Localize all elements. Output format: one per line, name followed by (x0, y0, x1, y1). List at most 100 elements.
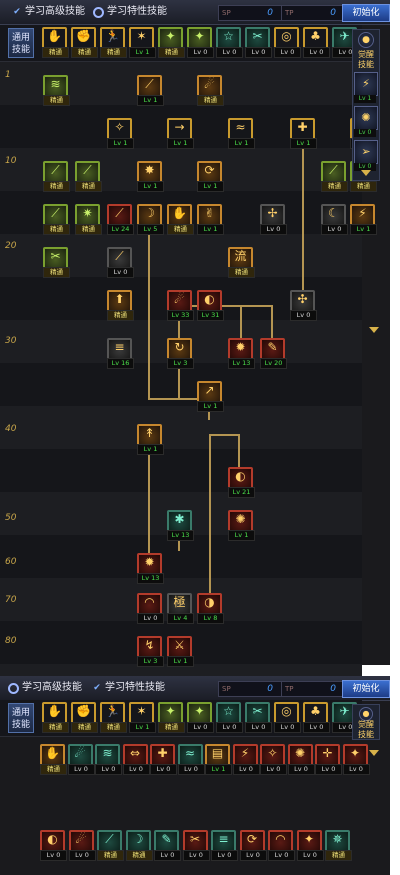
skill-icon[interactable]: ✶ Lv 1 (129, 702, 156, 733)
skill-icon[interactable]: ✂ Lv 0 (182, 830, 210, 861)
awakening-skill-icon[interactable]: ➢ (354, 140, 378, 164)
skill-icon[interactable]: ✣ Lv 0 (290, 290, 317, 321)
skill-icon[interactable]: ⟋ 精通 (43, 161, 70, 192)
skill-icon[interactable]: ≡ Lv 16 (107, 338, 134, 369)
skill-icon[interactable]: ✶ Lv 1 (129, 27, 156, 58)
skill-icon[interactable]: ✦ Lv 0 (187, 702, 214, 733)
skill-icon[interactable]: ◠ Lv 0 (268, 830, 295, 861)
skill-icon[interactable]: ✺ Lv 1 (228, 510, 255, 541)
skill-icon[interactable]: ≈ Lv 0 (177, 744, 205, 775)
skill-icon[interactable]: ⟳ Lv 1 (197, 161, 224, 192)
skill-icon[interactable]: 🏃 精通 (100, 27, 127, 58)
skill-icon[interactable]: ◎ Lv 0 (274, 702, 301, 733)
skill-level-tag: Lv 1 (228, 530, 255, 541)
skill-icon[interactable]: ↗ Lv 1 (197, 381, 224, 412)
skill-icon[interactable]: ✹ Lv 13 (137, 553, 164, 584)
skill-icon[interactable]: ✸ Lv 1 (137, 161, 164, 192)
skill-icon[interactable]: ↯ Lv 3 (137, 636, 164, 667)
skill-icon[interactable]: ✢ Lv 0 (260, 204, 287, 235)
skill-icon[interactable]: 流精通 (228, 247, 255, 278)
skill-icon[interactable]: ↻ Lv 3 (167, 338, 194, 369)
skill-icon[interactable]: ≡ Lv 0 (211, 830, 238, 861)
skill-icon[interactable]: ⟳ Lv 0 (239, 830, 267, 861)
initialize-button[interactable]: 初始化 (342, 4, 390, 22)
skill-icon[interactable]: ⚡ Lv 0 (232, 744, 260, 775)
skill-icon[interactable]: ↟ Lv 1 (137, 424, 164, 455)
skill-icon[interactable]: ✺ Lv 0 (287, 744, 315, 775)
skill-icon[interactable]: ⟋ Lv 1 (137, 75, 164, 106)
skill-icon[interactable]: ◎ Lv 0 (274, 27, 301, 58)
skill-icon[interactable]: ✵ 精通 (325, 830, 352, 861)
skill-icon[interactable]: ✱ Lv 13 (167, 510, 194, 541)
skill-icon[interactable]: ⬆ 精通 (107, 290, 134, 321)
skill-icon[interactable]: ♣ Lv 0 (303, 27, 330, 58)
tab-trait-skills[interactable]: ✔ 学习特性技能 (92, 680, 165, 696)
skill-icon[interactable]: ✋ 精通 (167, 204, 194, 235)
skill-icon[interactable]: ✋ 精通 (42, 702, 69, 733)
skill-icon[interactable]: ⟋ 精通 (97, 830, 124, 861)
tab-advanced-skills[interactable]: ✔ 学习高级技能 (12, 4, 85, 20)
skill-icon[interactable]: ✚ Lv 0 (150, 744, 177, 775)
skill-icon[interactable]: ⟋ 精通 (75, 161, 102, 192)
skill-icon[interactable]: ✦ Lv 0 (342, 744, 370, 775)
skill-icon[interactable]: ✋ 精通 (42, 27, 69, 58)
skill-icon[interactable]: ⟋ 精通 (321, 161, 348, 192)
skill-icon[interactable]: ✦ Lv 0 (187, 27, 214, 58)
skill-icon[interactable]: ≋ 精通 (43, 75, 70, 106)
skill-icon[interactable]: ✂ Lv 0 (245, 27, 272, 58)
skill-icon[interactable]: ◠ Lv 0 (137, 593, 164, 624)
skill-icon[interactable]: ✌ Lv 1 (197, 204, 224, 235)
skill-icon[interactable]: ◐ Lv 0 (40, 830, 67, 861)
initialize-button[interactable]: 初始化 (342, 680, 390, 698)
scroll-down-icon[interactable] (361, 170, 371, 176)
skill-icon[interactable]: ☽ 精通 (125, 830, 153, 861)
skill-icon[interactable]: ✧ Lv 1 (107, 118, 134, 149)
skill-icon[interactable]: ☄ Lv 0 (67, 744, 95, 775)
skill-icon[interactable]: ☄ Lv 0 (68, 830, 96, 861)
skill-icon[interactable]: ✂ Lv 0 (245, 702, 272, 733)
skill-icon[interactable]: ▤ Lv 1 (205, 744, 232, 775)
skill-icon[interactable]: ✚ Lv 1 (290, 118, 317, 149)
skill-icon[interactable]: ◐ Lv 31 (197, 290, 224, 321)
skill-icon[interactable]: ✦ 精通 (158, 702, 185, 733)
skill-icon[interactable]: ✋ 精通 (40, 744, 67, 775)
awakening-skill-icon[interactable]: ⚡ (354, 72, 378, 96)
skill-icon[interactable]: → Lv 1 (167, 118, 194, 149)
scroll-down-icon[interactable] (369, 750, 379, 756)
skill-icon[interactable]: ☆ Lv 0 (216, 27, 243, 58)
skill-icon[interactable]: ☆ Lv 0 (216, 702, 243, 733)
skill-icon[interactable]: ✎ Lv 0 (154, 830, 181, 861)
skill-icon[interactable]: ☾ Lv 0 (321, 204, 348, 235)
skill-icon[interactable]: ⚔ Lv 1 (167, 636, 194, 667)
skill-icon[interactable]: ◑ Lv 8 (197, 593, 224, 624)
skill-icon[interactable]: ⚡ Lv 1 (350, 204, 377, 235)
skill-icon[interactable]: ✦ 精通 (158, 27, 185, 58)
tab-trait-skills[interactable]: 学习特性技能 (93, 4, 167, 20)
skill-icon[interactable]: ⇔ Lv 0 (122, 744, 150, 775)
tab-advanced-skills[interactable]: 学习高级技能 (8, 680, 82, 696)
skill-icon[interactable]: ✊ 精通 (71, 702, 98, 733)
skill-icon[interactable]: ✧ Lv 0 (260, 744, 287, 775)
skill-icon[interactable]: ✦ Lv 0 (296, 830, 324, 861)
skill-icon[interactable]: ☽ Lv 5 (137, 204, 164, 235)
skill-icon[interactable]: ✂ 精通 (43, 247, 70, 278)
skill-icon[interactable]: ⟋ Lv 24 (107, 204, 134, 235)
skill-icon[interactable]: ⟋ Lv 0 (107, 247, 134, 278)
scroll-down-icon[interactable] (369, 327, 379, 333)
skill-icon[interactable]: ✛ Lv 0 (315, 744, 342, 775)
skill-icon[interactable]: ✷ 精通 (75, 204, 102, 235)
skill-icon[interactable]: ◐ Lv 21 (228, 467, 255, 498)
skill-icon[interactable]: ⟋ 精通 (43, 204, 70, 235)
skill-icon[interactable]: ✊ 精通 (71, 27, 98, 58)
skill-glyph-icon: ▤ (211, 746, 224, 760)
skill-icon[interactable]: ☄ 精通 (197, 75, 224, 106)
skill-icon[interactable]: 極 Lv 4 (167, 593, 194, 624)
skill-icon[interactable]: ☄ Lv 33 (167, 290, 194, 321)
skill-icon[interactable]: ≋ Lv 0 (95, 744, 122, 775)
skill-icon[interactable]: ✹ Lv 13 (228, 338, 255, 369)
awakening-skill-icon[interactable]: ✺ (354, 106, 378, 130)
skill-icon[interactable]: ♣ Lv 0 (303, 702, 330, 733)
skill-icon[interactable]: 🏃 精通 (100, 702, 127, 733)
skill-icon[interactable]: ≈ Lv 1 (228, 118, 255, 149)
skill-icon[interactable]: ✎ Lv 20 (260, 338, 287, 369)
